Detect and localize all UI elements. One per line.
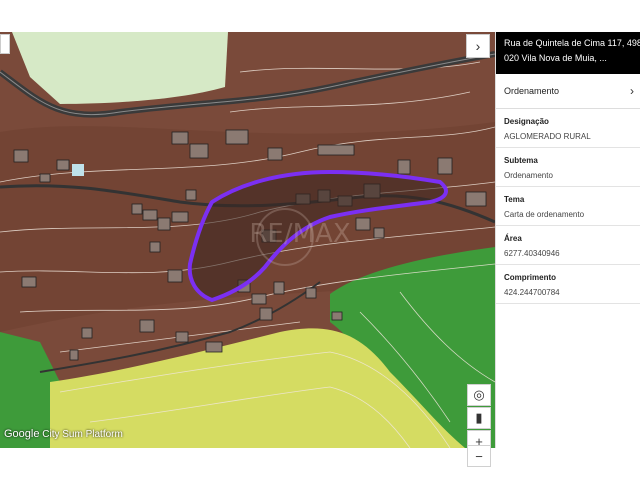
minus-icon: − xyxy=(475,448,483,464)
svg-text:RE/MAX: RE/MAX xyxy=(249,219,350,249)
layers-button[interactable]: ▮ xyxy=(467,407,491,429)
panel-collapse-button[interactable]: › xyxy=(466,34,490,58)
chevron-right-icon: › xyxy=(475,38,481,54)
field-area: Área 6277.40340946 xyxy=(496,226,640,265)
field-label: Subtema xyxy=(504,156,538,165)
field-subtema: Subtema Ordenamento xyxy=(496,148,640,187)
address-line-2: 020 Vila Nova de Muia, ... xyxy=(504,53,607,63)
field-label: Área xyxy=(504,234,522,243)
google-logo: Google xyxy=(4,428,40,440)
field-value: Ordenamento xyxy=(504,171,553,180)
map-canvas[interactable]: RE/MAX › ◎ ▮ + xyxy=(0,32,495,448)
tab-ordenamento[interactable]: Ordenamento › xyxy=(496,74,640,109)
field-designacao: Designação AGLOMERADO RURAL xyxy=(496,109,640,148)
layers-icon: ▮ xyxy=(475,410,483,425)
attribution-extra: City Sum Platform xyxy=(42,429,123,440)
field-value: 424.244700784 xyxy=(504,288,560,297)
field-tema: Tema Carta de ordenamento xyxy=(496,187,640,226)
field-value: 6277.40340946 xyxy=(504,249,560,258)
field-label: Comprimento xyxy=(504,273,556,282)
map-graphics: RE/MAX xyxy=(0,32,495,448)
app-frame: RE/MAX › ◎ ▮ + Rua de Quintela de Cima 1… xyxy=(0,32,640,448)
locate-icon: ◎ xyxy=(473,387,485,402)
field-comprimento: Comprimento 424.244700784 xyxy=(496,265,640,304)
field-label: Designação xyxy=(504,117,549,126)
address-header: Rua de Quintela de Cima 117, 498 020 Vil… xyxy=(496,32,640,74)
map-attribution: Google City Sum Platform xyxy=(4,428,123,440)
address-line-1: Rua de Quintela de Cima 117, 498 xyxy=(504,38,640,48)
tab-label: Ordenamento xyxy=(504,86,560,96)
field-label: Tema xyxy=(504,195,525,204)
field-value: AGLOMERADO RURAL xyxy=(504,132,591,141)
map-side-toolbar[interactable] xyxy=(0,34,10,54)
field-value: Carta de ordenamento xyxy=(504,210,585,219)
info-panel: Rua de Quintela de Cima 117, 498 020 Vil… xyxy=(495,32,640,448)
locate-button[interactable]: ◎ xyxy=(467,384,491,406)
chevron-right-icon: › xyxy=(630,84,634,98)
zoom-out-button[interactable]: − xyxy=(467,445,491,467)
